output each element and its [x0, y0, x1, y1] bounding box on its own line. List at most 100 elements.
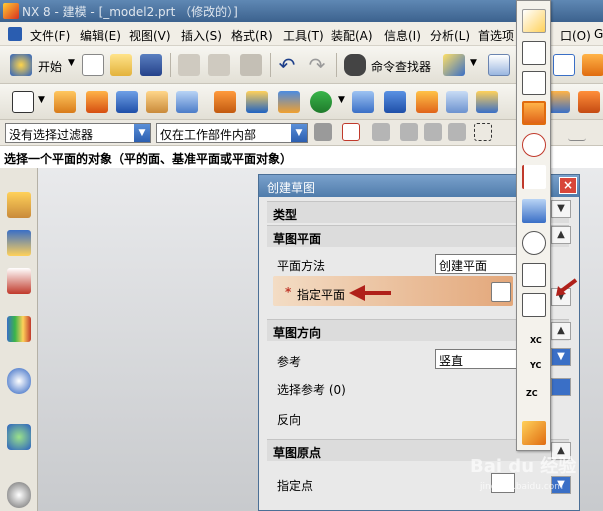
- extrude-icon[interactable]: [54, 91, 76, 113]
- menu-insert[interactable]: 插入(S): [181, 27, 222, 44]
- selection-scope-combo[interactable]: 仅在工作部件内部 ▼: [156, 123, 308, 143]
- snap-point-icon[interactable]: [342, 123, 360, 141]
- trim-body-icon[interactable]: [278, 91, 300, 113]
- xc-zc-plane-icon[interactable]: [522, 293, 546, 317]
- redo-icon[interactable]: ↷: [306, 54, 328, 76]
- boss-icon[interactable]: [176, 91, 198, 113]
- body-rule-icon[interactable]: [448, 123, 466, 141]
- reverse-direction-button[interactable]: [551, 378, 571, 396]
- sketch-dropdown-icon[interactable]: ▼: [38, 95, 45, 105]
- internet-explorer-icon[interactable]: [7, 368, 31, 394]
- sketch-origin-group-label: 草图原点: [273, 446, 322, 460]
- hole-icon[interactable]: [146, 91, 168, 113]
- sketch-icon[interactable]: [12, 91, 34, 113]
- curves-and-points-icon[interactable]: [522, 71, 546, 95]
- copy-icon[interactable]: [208, 54, 230, 76]
- select-reference-label[interactable]: 选择参考 (0): [277, 381, 346, 398]
- binoculars-icon[interactable]: [344, 54, 366, 76]
- command-finder-label[interactable]: 命令查找器: [371, 58, 431, 75]
- customize-icon[interactable]: [443, 54, 465, 76]
- assembly-filter-icon[interactable]: [314, 123, 332, 141]
- pattern-icon[interactable]: [214, 91, 236, 113]
- chevron-up-icon[interactable]: ▲: [551, 322, 571, 340]
- thicken-icon[interactable]: [578, 91, 600, 113]
- layout-icon[interactable]: [553, 54, 575, 76]
- tangent-plane-icon[interactable]: [522, 133, 546, 157]
- menu-gc[interactable]: G: [594, 27, 603, 41]
- reuse-library-icon[interactable]: [7, 316, 31, 342]
- menu-analysis[interactable]: 分析(L): [430, 27, 470, 44]
- web-browser-icon[interactable]: [7, 424, 31, 450]
- layer-icon[interactable]: [582, 54, 603, 76]
- feature-rule-icon[interactable]: [424, 123, 442, 141]
- open-folder-icon[interactable]: [110, 54, 132, 76]
- assembly-navigator-icon[interactable]: [7, 192, 31, 218]
- xy-plane-icon[interactable]: XC: [522, 325, 546, 349]
- line-snap-icon[interactable]: [568, 123, 586, 141]
- start-dropdown-icon[interactable]: ▼: [68, 58, 75, 68]
- xc-axis-label: XC: [530, 336, 542, 345]
- plane-method-combo[interactable]: 创建平面: [435, 254, 525, 274]
- on-curve-icon[interactable]: [522, 231, 546, 255]
- rectangle-select-icon[interactable]: [474, 123, 492, 141]
- toolbar-dropdown-icon[interactable]: ▼: [470, 58, 477, 68]
- chevron-down-icon[interactable]: ▼: [134, 124, 150, 142]
- block-icon[interactable]: [116, 91, 138, 113]
- menu-file[interactable]: 文件(F): [30, 27, 70, 44]
- two-lines-icon[interactable]: [522, 101, 546, 125]
- reverse-direction-label[interactable]: 反向: [277, 411, 301, 428]
- constraint-navigator-icon[interactable]: [7, 230, 31, 256]
- start-label[interactable]: 开始: [38, 58, 62, 75]
- offset-face-icon[interactable]: [352, 91, 374, 113]
- unite-icon[interactable]: [246, 91, 268, 113]
- through-object-icon[interactable]: [522, 165, 546, 189]
- chevron-down-icon[interactable]: ▼: [291, 124, 307, 142]
- shell-icon[interactable]: [476, 91, 498, 113]
- paste-icon[interactable]: [240, 54, 262, 76]
- inferred-plane-icon[interactable]: [522, 9, 546, 33]
- datum-icon[interactable]: [310, 91, 332, 113]
- draft-icon[interactable]: [384, 91, 406, 113]
- plane-dialog-icon[interactable]: [491, 282, 511, 302]
- chamfer-icon[interactable]: [446, 91, 468, 113]
- menu-tools[interactable]: 工具(T): [283, 27, 324, 44]
- type-filter-combo[interactable]: 没有选择过滤器 ▼: [5, 123, 151, 143]
- chevron-up-icon[interactable]: ▲: [551, 226, 571, 244]
- menu-preferences[interactable]: 首选项: [478, 27, 514, 44]
- history-icon[interactable]: [7, 482, 31, 508]
- face-rule-icon[interactable]: [400, 123, 418, 141]
- curve-rule-icon[interactable]: [372, 123, 390, 141]
- part-navigator-icon[interactable]: [7, 268, 31, 294]
- menu-window[interactable]: 口(O): [560, 27, 591, 44]
- save-icon[interactable]: [140, 54, 162, 76]
- reference-dropdown-button[interactable]: ▼: [551, 348, 571, 366]
- chevron-down-icon[interactable]: ▼: [551, 200, 571, 218]
- app-menu-icon[interactable]: [8, 27, 22, 41]
- close-icon[interactable]: ×: [559, 177, 577, 194]
- cue-line: 选择一个平面的对象（平的面、基准平面或平面对象）: [0, 146, 603, 168]
- selection-scope-value: 仅在工作部件内部: [160, 128, 257, 142]
- datum-dropdown-icon[interactable]: ▼: [338, 95, 345, 105]
- type-group-label: 类型: [273, 208, 298, 222]
- resource-bar: [0, 168, 38, 511]
- start-icon[interactable]: [10, 54, 32, 76]
- coefficients-icon[interactable]: ZC: [522, 389, 546, 413]
- blend-icon[interactable]: [416, 91, 438, 113]
- reference-combo[interactable]: 竖直: [435, 349, 525, 369]
- bisector-plane-icon[interactable]: [522, 41, 546, 65]
- menu-view[interactable]: 视图(V): [129, 27, 171, 44]
- menu-edit[interactable]: 编辑(E): [80, 27, 121, 44]
- yc-zc-plane-icon[interactable]: [522, 263, 546, 287]
- menu-information[interactable]: 信息(I): [384, 27, 421, 44]
- menu-assembly[interactable]: 装配(A): [331, 27, 373, 44]
- menu-format[interactable]: 格式(R): [231, 27, 273, 44]
- cut-icon[interactable]: [178, 54, 200, 76]
- view-plane-icon[interactable]: YC: [522, 357, 546, 381]
- revolve-icon[interactable]: [86, 91, 108, 113]
- undo-icon[interactable]: ↶: [276, 54, 298, 76]
- new-file-icon[interactable]: [82, 54, 104, 76]
- mirror-icon[interactable]: [548, 91, 570, 113]
- watermark-text: Bai du 经验: [470, 456, 577, 477]
- point-and-direction-icon[interactable]: [522, 199, 546, 223]
- info-icon[interactable]: [488, 54, 510, 76]
